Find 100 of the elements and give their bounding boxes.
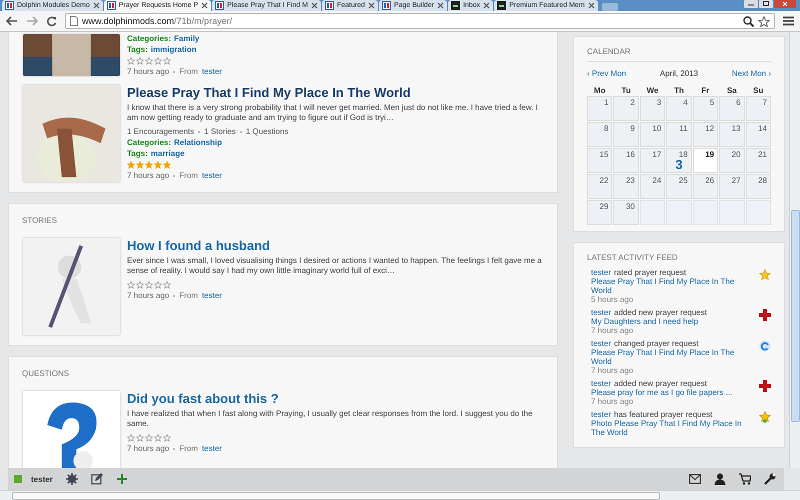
photo-placeholder[interactable]	[23, 238, 120, 335]
calendar-day[interactable]: 21	[746, 148, 771, 173]
user-link[interactable]: tester	[31, 474, 53, 484]
entry-title-link[interactable]: Please Pray That I Find My Place In The World	[127, 85, 544, 100]
cart-icon[interactable]	[737, 471, 753, 487]
user-link[interactable]: tester	[591, 268, 612, 277]
calendar-day[interactable]: 7	[746, 96, 771, 121]
calendar-day[interactable]: 13	[719, 122, 745, 147]
request-link[interactable]: My Daughters and I need help	[591, 317, 698, 326]
calendar-day[interactable]: 24	[640, 174, 666, 199]
calendar-day[interactable]: 18 3	[666, 148, 692, 173]
next-month-link[interactable]: Next Mon ›	[732, 69, 771, 78]
calendar-day[interactable]: 6	[719, 96, 745, 121]
close-icon[interactable]	[588, 2, 595, 9]
category-link[interactable]: Family	[174, 34, 200, 43]
calendar-day[interactable]: 20	[719, 148, 745, 173]
calendar-day[interactable]: 4	[666, 96, 692, 121]
zoom-icon[interactable]	[743, 16, 754, 26]
calendar-day[interactable]: 22	[587, 174, 612, 199]
calendar-day[interactable]: 17	[640, 148, 666, 173]
wrench-icon[interactable]	[762, 471, 778, 487]
request-link[interactable]: Please Pray That I Find My Place In The World	[591, 277, 755, 295]
user-link[interactable]: tester	[591, 339, 612, 348]
close-icon[interactable]	[368, 2, 375, 9]
request-link[interactable]: Photo Please Pray That I Find My Place In The World	[591, 419, 755, 437]
calendar-day[interactable]: 8	[587, 122, 612, 147]
calendar-day[interactable]: 26	[692, 174, 718, 199]
calendar-day[interactable]: 1	[587, 96, 612, 121]
close-icon[interactable]	[774, 0, 796, 8]
calendar-day[interactable]: 5	[692, 96, 718, 121]
plus-icon	[759, 309, 771, 321]
photo-placeholder[interactable]	[23, 85, 120, 182]
entry-title-link[interactable]: Did you fast about this ?	[127, 391, 544, 406]
calendar-day[interactable]: 10	[640, 122, 666, 147]
activity-text: has featured prayer request	[614, 410, 712, 419]
settings-icon[interactable]	[64, 471, 80, 487]
calendar-day[interactable]: 27	[719, 174, 745, 199]
entry-title-link[interactable]: How I found a husband	[127, 238, 544, 253]
section-heading: QUESTIONS	[22, 368, 70, 380]
minimize-icon[interactable]	[744, 0, 758, 8]
scrollbar-thumb[interactable]	[791, 210, 800, 422]
calendar-day[interactable]: 3	[640, 96, 666, 121]
close-icon[interactable]	[92, 2, 100, 9]
from-label: From	[179, 291, 198, 300]
close-icon[interactable]	[437, 2, 444, 9]
calendar-day[interactable]: 9	[613, 122, 639, 147]
horizontal-scrollbar[interactable]	[0, 490, 800, 500]
edit-icon[interactable]	[88, 471, 105, 487]
close-icon[interactable]	[483, 2, 490, 9]
calendar-day[interactable]: 29	[587, 200, 612, 225]
calendar-day[interactable]: 15	[587, 148, 612, 173]
calendar-day[interactable]: 12	[692, 122, 718, 147]
author-link[interactable]: tester	[202, 444, 222, 453]
category-link[interactable]: Relationship	[174, 138, 222, 147]
vertical-scrollbar[interactable]	[789, 32, 800, 468]
calendar-day[interactable]: 25	[666, 174, 692, 199]
author-link[interactable]: tester	[202, 67, 222, 76]
calendar-day[interactable]: 19	[692, 148, 718, 173]
time-text: 7 hours ago	[127, 444, 170, 453]
maximize-icon[interactable]	[759, 0, 773, 8]
calendar-day[interactable]: 16	[613, 148, 639, 173]
url-text: www.dolphinmods.com/71b/m/prayer/	[82, 16, 232, 26]
close-icon[interactable]	[201, 2, 208, 9]
request-link[interactable]: Please pray for me as I go file papers ...	[591, 388, 732, 397]
count-text: 1 Stories	[204, 127, 236, 136]
reload-icon[interactable]	[46, 16, 57, 26]
request-link[interactable]: Please Pray That I Find My Place In The World	[591, 348, 755, 366]
time-text: 7 hours ago	[127, 291, 170, 300]
calendar-day[interactable]: 14	[746, 122, 771, 147]
user-link[interactable]: tester	[591, 308, 612, 317]
user-status-icon	[14, 475, 22, 483]
tag-link[interactable]: marriage	[150, 149, 185, 158]
calendar-day[interactable]: 2	[613, 96, 639, 121]
star-icon[interactable]	[758, 16, 770, 26]
photo-placeholder[interactable]	[23, 34, 120, 76]
star-icon	[759, 411, 771, 423]
user-icon[interactable]	[712, 471, 728, 487]
mail-icon[interactable]	[687, 472, 703, 486]
month-title: April, 2013	[660, 69, 698, 78]
scrollbar-thumb[interactable]	[12, 492, 660, 500]
count-text: 1 Questions	[246, 127, 288, 136]
tag-link[interactable]: immigration	[150, 45, 197, 54]
user-link[interactable]: tester	[591, 410, 612, 419]
prev-month-link[interactable]: ‹ Prev Mon	[587, 69, 626, 78]
weekday-label: Su	[752, 86, 764, 95]
calendar-day[interactable]: 11	[666, 122, 692, 147]
menu-icon[interactable]	[783, 16, 794, 26]
user-link[interactable]: tester	[591, 379, 612, 388]
event-count-link[interactable]: 3	[675, 159, 683, 171]
back-icon[interactable]	[6, 16, 18, 26]
author-link[interactable]: tester	[202, 171, 222, 180]
close-icon[interactable]	[310, 2, 318, 9]
calendar-day[interactable]: 23	[613, 174, 639, 199]
address-field[interactable]: www.dolphinmods.com/71b/m/prayer/	[65, 13, 775, 29]
photo-placeholder[interactable]	[23, 391, 120, 468]
calendar-day[interactable]: 30	[613, 200, 639, 225]
calendar-day[interactable]: 28	[746, 174, 771, 199]
from-label: From	[179, 444, 198, 453]
author-link[interactable]: tester	[202, 291, 222, 300]
weekday-label: Th	[673, 86, 685, 95]
